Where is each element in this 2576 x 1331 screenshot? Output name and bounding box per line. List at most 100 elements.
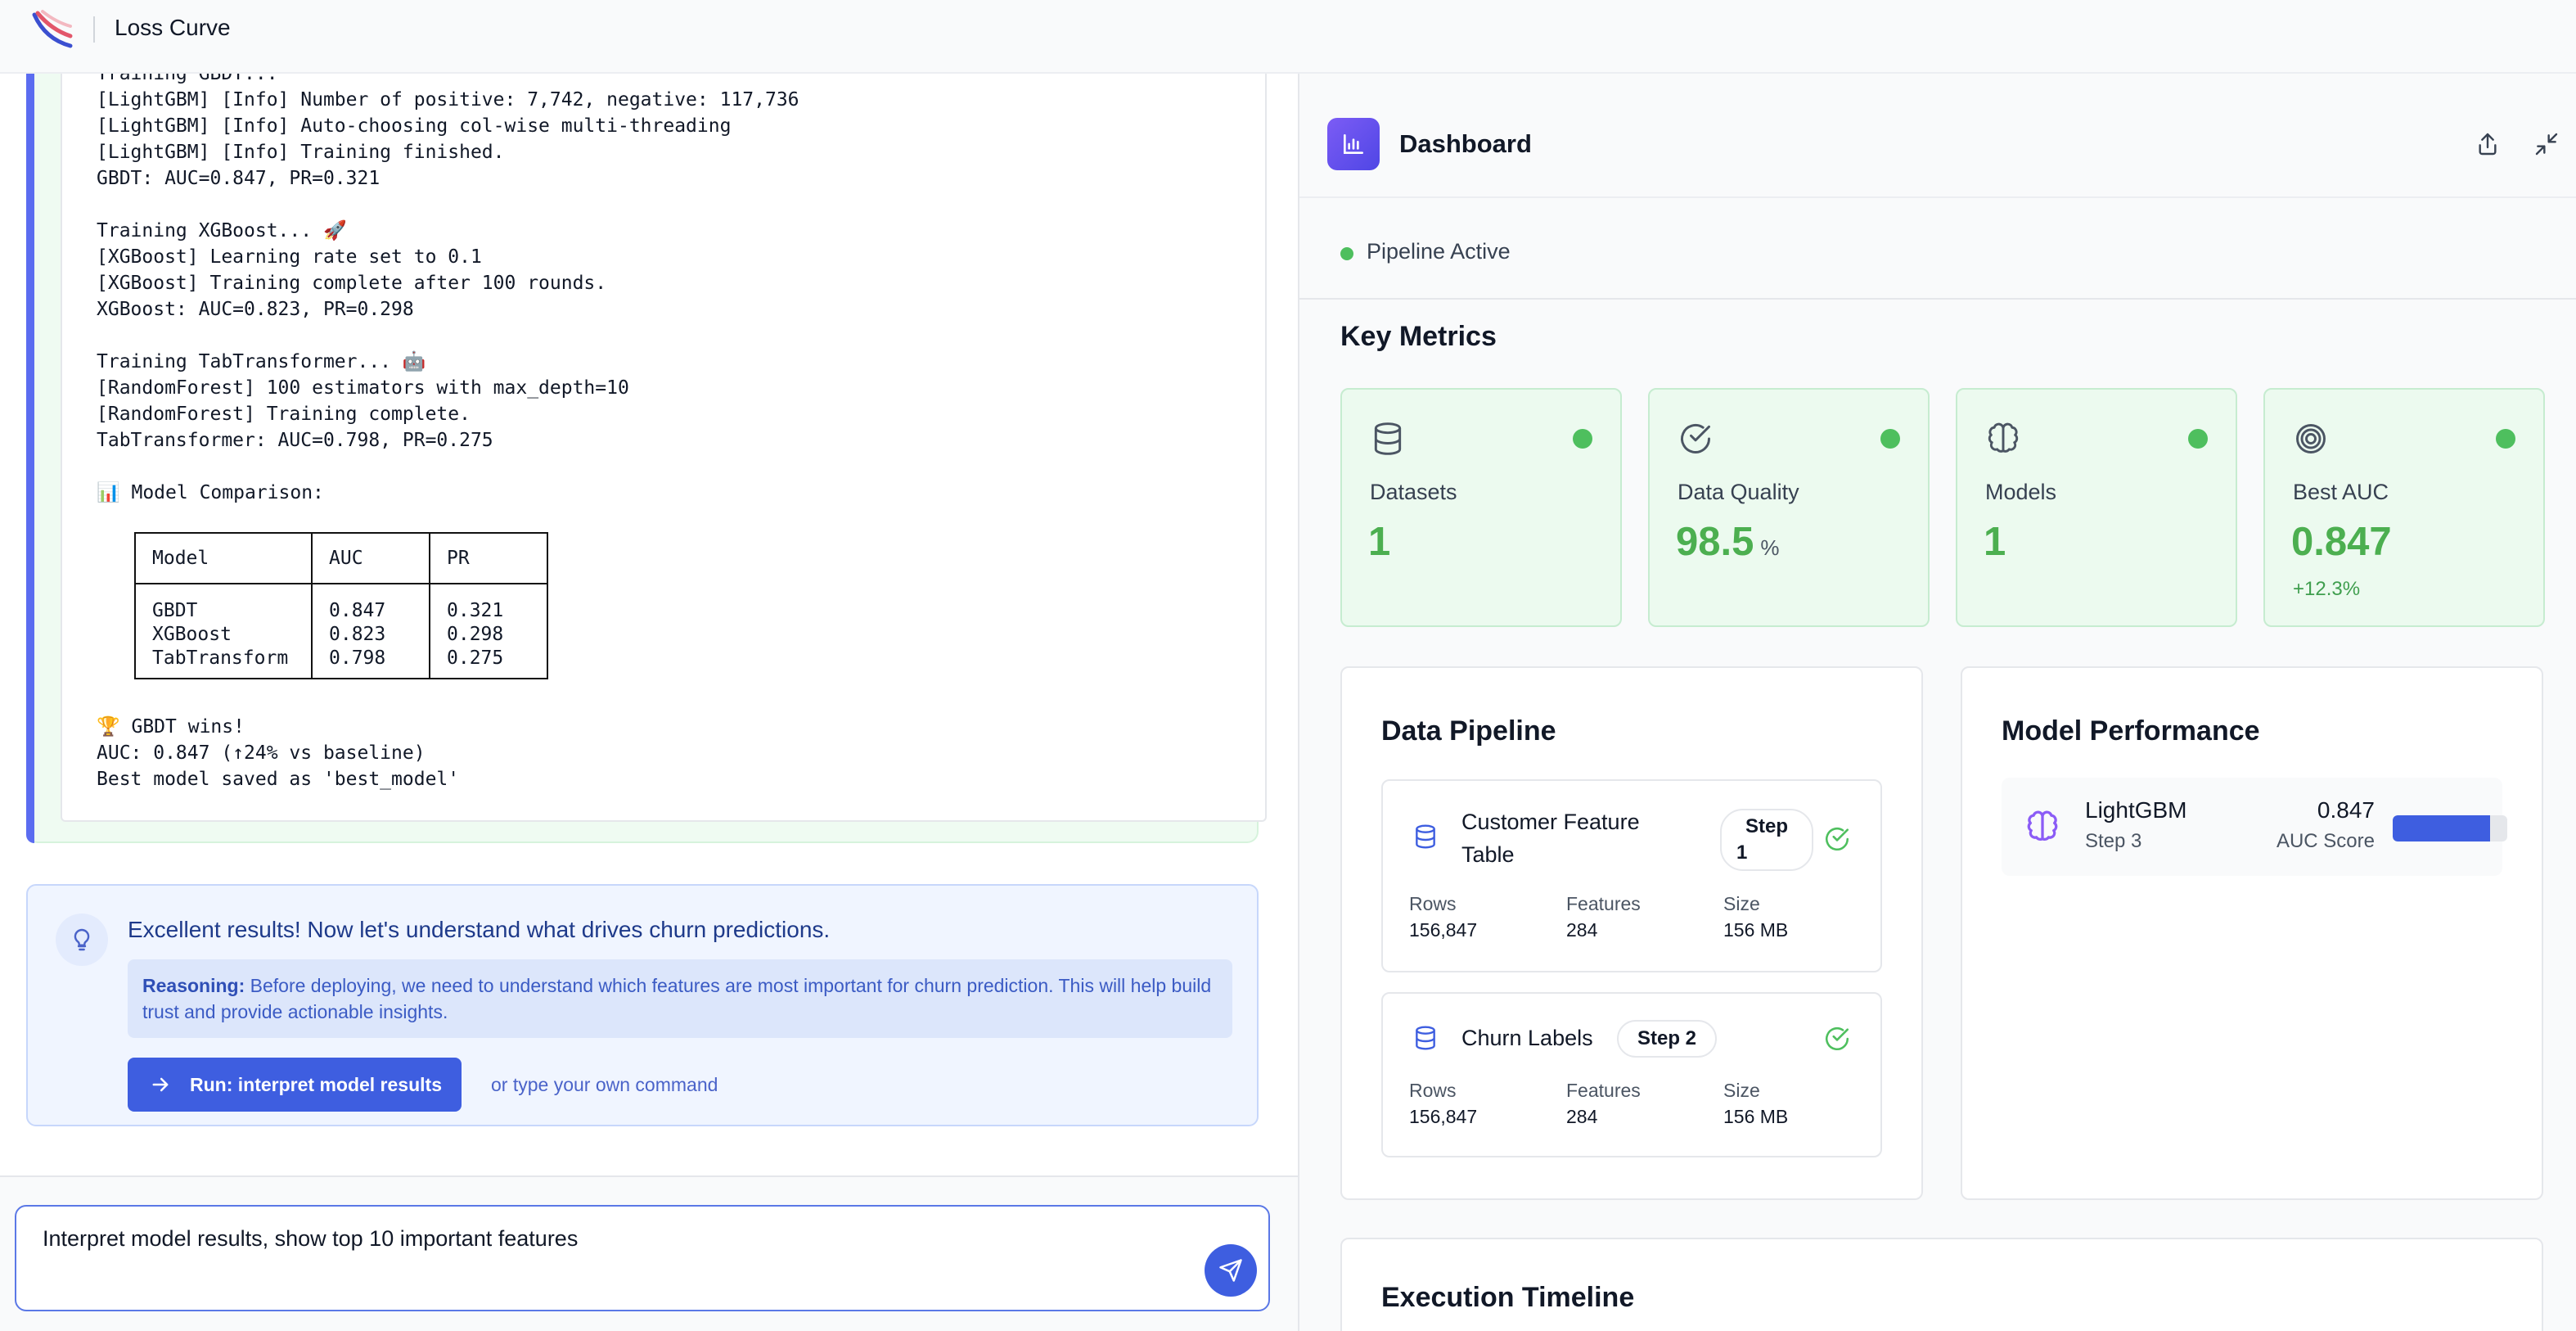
metric-label: Best AUC — [2293, 480, 2389, 504]
data-pipeline-title: Data Pipeline — [1381, 715, 1556, 747]
table-cell: 0.321 — [429, 584, 548, 621]
table-header-pr: PR — [429, 532, 548, 584]
auc-score-bar — [2393, 815, 2507, 841]
metric-card-datasets[interactable]: Datasets 1 — [1340, 388, 1622, 627]
database-icon — [1374, 422, 1402, 455]
table-row: XGBoost 0.823 0.298 — [134, 621, 548, 647]
suggestion-headline: Excellent results! Now let's understand … — [128, 917, 831, 942]
console-output[interactable]: Training GBDT... [LightGBM] [Info] Numbe… — [61, 74, 1267, 822]
step-badge: Step 2 — [1617, 1020, 1717, 1058]
metric-unit: % — [1760, 535, 1780, 560]
execution-timeline-title: Execution Timeline — [1381, 1282, 1635, 1313]
table-header-model: Model — [134, 532, 313, 584]
dashboard-header: Dashboard — [1299, 74, 2576, 198]
metric-card-best-auc[interactable]: Best AUC 0.847 +12.3% — [2263, 388, 2545, 627]
step-badge: Step 1 — [1720, 809, 1813, 871]
auc-score-bar-fill — [2393, 815, 2490, 841]
table-cell: XGBoost — [134, 621, 313, 647]
type-own-command-link[interactable]: or type your own command — [491, 1074, 718, 1096]
metric-value: 0.847 — [2291, 520, 2392, 564]
console-lines: [LightGBM] [Info] Number of positive: 7,… — [97, 89, 799, 503]
dashboard-title: Dashboard — [1399, 129, 1532, 158]
execution-timeline-panel: Execution Timeline — [1340, 1238, 2543, 1331]
reasoning-label: Reasoning: — [142, 975, 245, 996]
step-size: Size 156 MB — [1723, 893, 1789, 941]
send-icon — [1219, 1259, 1242, 1282]
chat-panel: Training GBDT... [LightGBM] [Info] Numbe… — [0, 74, 1298, 1331]
console-output-card: Training GBDT... [LightGBM] [Info] Numbe… — [26, 74, 1267, 843]
database-icon — [1416, 1026, 1435, 1050]
target-icon — [2296, 424, 2326, 453]
collapse-icon[interactable] — [2530, 128, 2563, 160]
table-cell: TabTransform — [134, 647, 313, 679]
metric-card-models[interactable]: Models 1 — [1956, 388, 2237, 627]
model-name: LightGBM — [2085, 797, 2187, 823]
model-performance-panel: Model Performance LightGBM Step 3 0.847 … — [1961, 666, 2543, 1200]
metric-delta: +12.3% — [2293, 578, 2361, 600]
metric-value: 1 — [1984, 520, 2006, 564]
table-cell: 0.798 — [311, 647, 430, 679]
brain-icon — [1988, 422, 2019, 453]
top-bar: Loss Curve — [0, 0, 2576, 74]
key-metrics-title: Key Metrics — [1340, 321, 1497, 352]
step-size: Size 156 MB — [1723, 1080, 1789, 1127]
check-circle-icon — [1826, 1027, 1849, 1050]
model-performance-row[interactable]: LightGBM Step 3 0.847 AUC Score — [2002, 778, 2507, 876]
console-footer-lines: 🏆 GBDT wins! AUC: 0.847 (↑24% vs baselin… — [97, 716, 460, 790]
app-logo-icon[interactable] — [29, 8, 75, 54]
model-comparison-table: Model AUC PR GBDT 0.847 0.321 XGBoost 0.… — [134, 532, 548, 679]
metric-value: 1 — [1368, 520, 1391, 564]
step-features: Features 284 — [1566, 893, 1641, 941]
metric-label: Data Quality — [1678, 480, 1799, 504]
command-input[interactable] — [43, 1226, 1188, 1252]
console-accent-bar — [26, 74, 34, 843]
step-rows: Rows 156,847 — [1409, 1080, 1478, 1127]
pipeline-step-churn-labels[interactable]: Churn Labels Step 2 Rows 156,847 Features… — [1381, 992, 1882, 1157]
suggestion-card: Excellent results! Now let's understand … — [26, 884, 1259, 1126]
app-title: Loss Curve — [115, 15, 231, 40]
share-icon[interactable] — [2471, 128, 2504, 160]
table-cell: GBDT — [134, 584, 313, 621]
send-button[interactable] — [1205, 1244, 1257, 1297]
model-step: Step 3 — [2085, 830, 2142, 852]
pipeline-step-customer-feature-table[interactable]: Customer Feature Table Step 1 Rows 156,847 … — [1381, 779, 1882, 972]
table-cell: 0.847 — [311, 584, 430, 621]
step-features: Features 284 — [1566, 1080, 1641, 1127]
command-box[interactable] — [15, 1205, 1270, 1311]
step-name: Churn Labels — [1461, 1026, 1593, 1050]
metric-status-dot — [2188, 429, 2208, 449]
auc-score-value: 0.847 — [2317, 797, 2375, 823]
metric-label: Datasets — [1370, 480, 1457, 504]
auc-score-label: AUC Score — [2276, 830, 2375, 852]
run-interpret-button[interactable]: Run: interpret model results — [128, 1058, 462, 1112]
table-row: GBDT 0.847 0.321 — [134, 584, 548, 621]
pipeline-status: Pipeline Active — [1367, 239, 1511, 264]
table-cell: 0.823 — [311, 621, 430, 647]
table-cell: 0.298 — [429, 621, 548, 647]
step-name: Customer Feature Table — [1461, 810, 1640, 867]
status-dot — [1340, 247, 1353, 260]
table-header-row: Model AUC PR — [134, 532, 548, 584]
database-icon — [1416, 824, 1435, 849]
table-row: TabTransform 0.798 0.275 — [134, 647, 548, 679]
metric-value: 98.5% — [1676, 520, 1780, 564]
check-circle-icon — [1826, 828, 1849, 850]
lightbulb-icon — [56, 914, 108, 966]
dashboard-panel: Dashboard Pipeline Active Key Metrics Da… — [1298, 74, 2576, 1331]
metric-label: Models — [1985, 480, 2057, 504]
reasoning-box: Reasoning: Before deploying, we need to … — [128, 959, 1232, 1038]
bar-chart-icon — [1327, 118, 1380, 170]
console-cut-line: Training GBDT... — [97, 74, 290, 84]
metric-status-dot — [1573, 429, 1592, 449]
check-circle-icon — [1681, 424, 1710, 453]
title-divider — [93, 16, 95, 43]
table-header-auc: AUC — [311, 532, 430, 584]
run-button-label: Run: interpret model results — [190, 1073, 442, 1095]
reasoning-text: Before deploying, we need to understand … — [142, 975, 1212, 1022]
arrow-right-icon — [152, 1077, 169, 1092]
data-pipeline-panel: Data Pipeline Customer Feature Table Step… — [1340, 666, 1923, 1200]
step-rows: Rows 156,847 — [1409, 893, 1478, 941]
table-cell: 0.275 — [429, 647, 548, 679]
metric-status-dot — [2496, 429, 2515, 449]
metric-card-data-quality[interactable]: Data Quality 98.5% — [1648, 388, 1930, 627]
